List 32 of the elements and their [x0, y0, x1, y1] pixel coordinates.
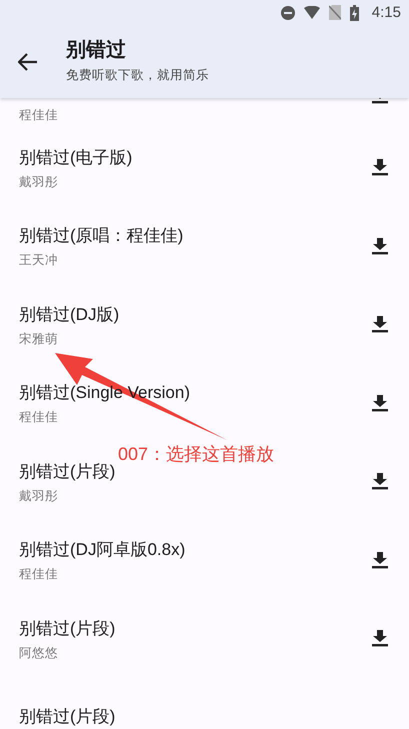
download-button[interactable]: [371, 315, 389, 334]
download-button[interactable]: [371, 394, 389, 412]
download-button[interactable]: [371, 472, 389, 490]
download-button[interactable]: [371, 158, 389, 176]
song-artist: 程佳佳: [19, 408, 59, 426]
song-title: 别错过(DJ阿卓版0.8x): [19, 539, 186, 562]
song-artist: 程佳佳: [19, 106, 58, 124]
song-title: 别错过(片段): [19, 706, 116, 728]
page-title: 别错过: [66, 36, 127, 62]
download-button[interactable]: [371, 236, 389, 255]
wifi-icon: [304, 6, 320, 19]
song-artist: 阿悠悠: [19, 644, 59, 662]
back-arrow-icon: [18, 52, 38, 70]
download-button[interactable]: [371, 629, 389, 648]
status-time: 4:15: [372, 4, 401, 21]
download-button[interactable]: [371, 550, 389, 569]
song-artist: 程佳佳: [19, 565, 59, 584]
download-button[interactable]: [371, 98, 389, 104]
song-title: 别错过(DJ版): [19, 304, 120, 326]
no-sim-icon: [328, 5, 341, 20]
song-artist: 戴羽彤: [19, 172, 59, 191]
song-artist: 王天冲: [19, 251, 59, 270]
song-artist: 戴羽彤: [19, 486, 59, 505]
battery-charging-icon: [350, 4, 359, 20]
song-title: 别错过(片段): [19, 618, 116, 640]
page-subtitle: 免费听歌下歌，就用简乐: [66, 66, 209, 84]
annotation-text: 007：选择这首播放: [118, 443, 274, 466]
song-title: 别错过(原唱：程佳佳): [19, 225, 184, 248]
song-artist: 宋雅萌: [19, 330, 59, 348]
song-title: 别错过(片段): [19, 460, 116, 483]
song-title: 别错过(电子版): [19, 146, 132, 169]
do-not-disturb-icon: [280, 6, 295, 20]
